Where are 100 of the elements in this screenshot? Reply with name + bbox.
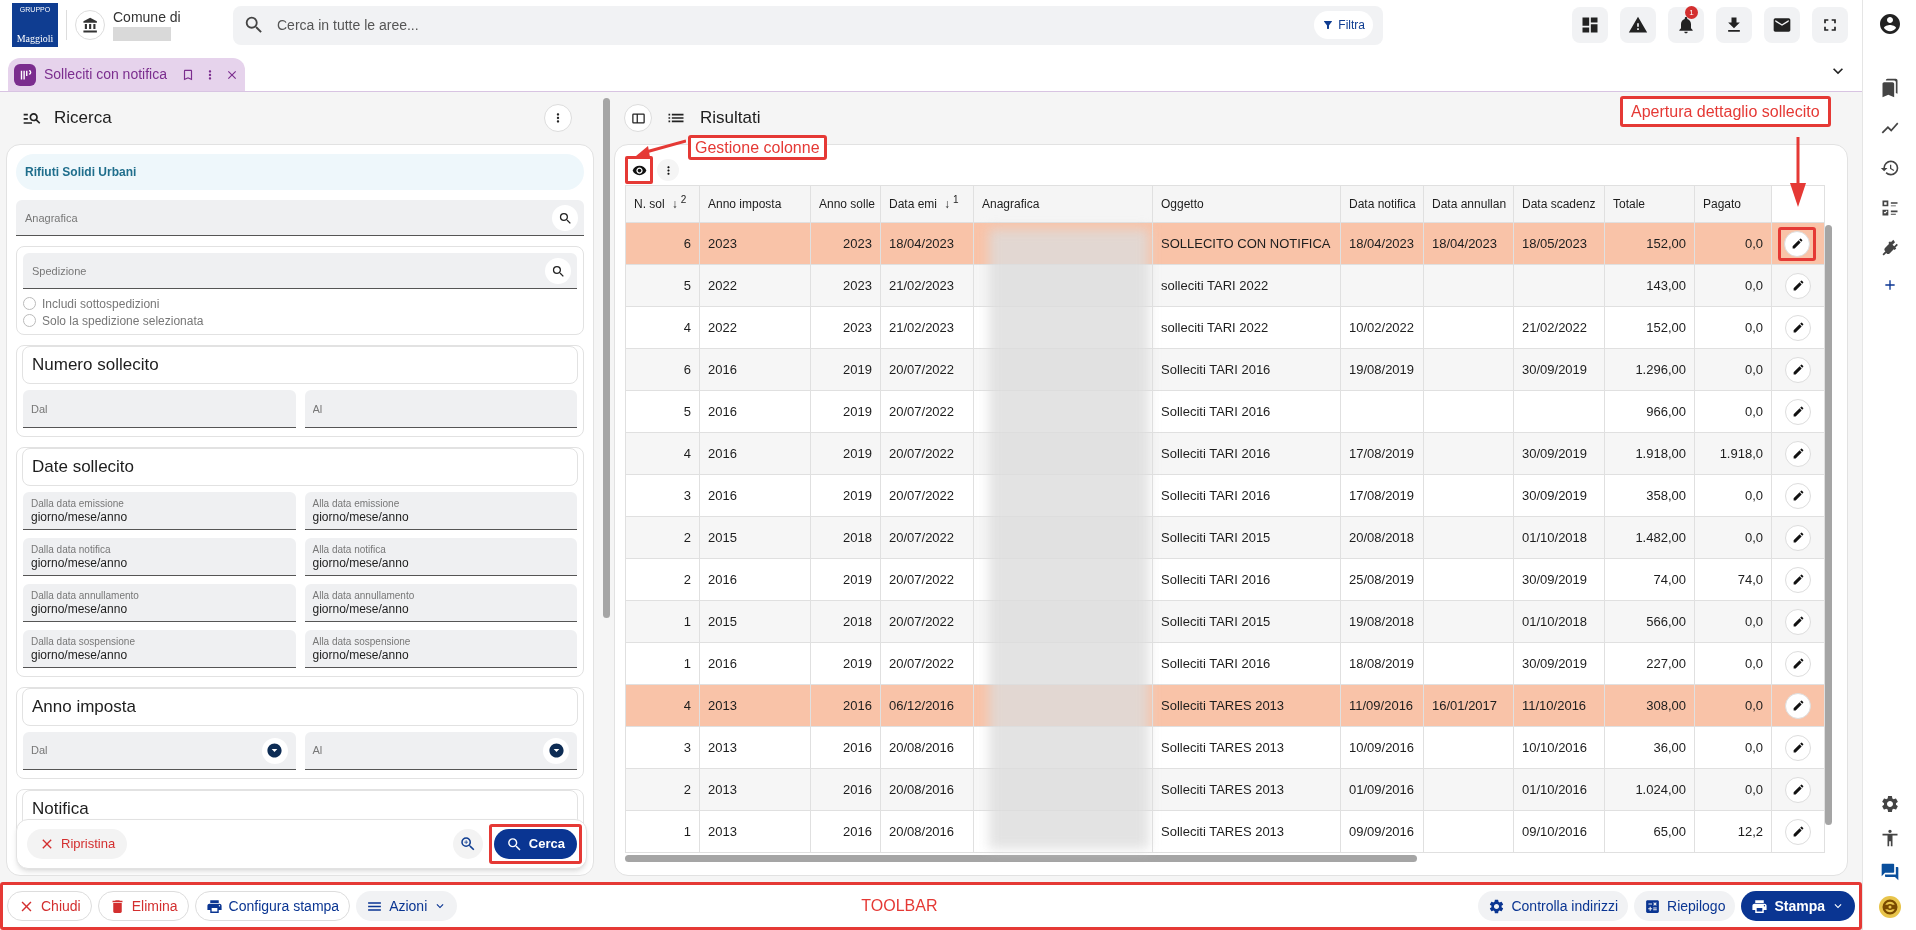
edit-button[interactable]	[1785, 440, 1811, 467]
table-cell: 20/08/2016	[889, 781, 955, 797]
column-header[interactable]: Totale	[1604, 185, 1695, 223]
toolbar-icon-button[interactable]	[1716, 7, 1752, 43]
select-field[interactable]: Dal	[23, 732, 296, 770]
date-field[interactable]: Dalla data annullamento giorno/mese/anno	[23, 584, 296, 622]
tab[interactable]: Solleciti con notifica	[8, 58, 245, 91]
input-field[interactable]: Dal	[23, 390, 296, 428]
column-header[interactable]: Oggetto	[1152, 185, 1341, 223]
column-header[interactable]: Data scadenz	[1513, 185, 1605, 223]
table-cell: 2	[683, 529, 691, 545]
table-cell: 20/07/2022	[889, 571, 955, 587]
toolbar-button[interactable]: Chiudi	[7, 891, 92, 921]
search-field[interactable]: Cerca in tutte le aree... Filtra	[233, 5, 1383, 45]
date-field[interactable]: Alla data sospensione giorno/mese/anno	[304, 630, 577, 668]
edit-button[interactable]	[1785, 566, 1811, 593]
column-header[interactable]: Data emi ↓ 1	[880, 185, 974, 223]
edit-button[interactable]	[1785, 398, 1811, 425]
table-cell: 152,00	[1646, 235, 1686, 251]
zoom-button[interactable]	[452, 829, 483, 859]
table-cell: 358,00	[1646, 487, 1686, 503]
toolbar-icon-button[interactable]: 1	[1668, 7, 1704, 43]
table-cell: 5	[683, 277, 691, 293]
edit-button[interactable]	[1785, 314, 1811, 341]
table-cell: Solleciti TARES 2013	[1161, 781, 1285, 797]
edit-button[interactable]	[1785, 650, 1811, 677]
panel-title: Ricerca	[54, 107, 112, 130]
date-field[interactable]: Dalla data notifica giorno/mese/anno	[23, 538, 296, 576]
edit-button[interactable]	[1785, 776, 1811, 803]
lifebuoy-icon[interactable]	[1878, 896, 1901, 918]
table-cell: 65,00	[1653, 823, 1686, 839]
reset-button[interactable]: Ripristina	[27, 829, 128, 859]
table-cell: 143,00	[1646, 277, 1686, 293]
date-field[interactable]: Alla data annullamento giorno/mese/anno	[304, 584, 577, 622]
table-cell: 30/09/2019	[1522, 655, 1588, 671]
column-header[interactable]: Data notifica	[1340, 185, 1424, 223]
table-cell: 25/08/2019	[1349, 571, 1415, 587]
toolbar-icon-button[interactable]	[1572, 7, 1608, 43]
filter-button[interactable]: Filtra	[1314, 11, 1373, 39]
toolbar-button[interactable]: Controlla indirizzi	[1478, 891, 1629, 921]
app-icon	[14, 63, 36, 86]
edit-button[interactable]	[1785, 692, 1811, 719]
scrollbar[interactable]	[602, 98, 610, 618]
warning-icon	[1628, 15, 1648, 35]
edit-button[interactable]	[1785, 482, 1811, 509]
table-cell: Solleciti TARI 2016	[1161, 361, 1271, 377]
date-field[interactable]: Alla data emissione giorno/mese/anno	[304, 492, 577, 530]
toolbar-icon-button[interactable]	[1812, 7, 1848, 43]
column-header[interactable]: N. sol ↓ 2	[625, 185, 700, 223]
date-field[interactable]: Dalla data sospensione giorno/mese/anno	[23, 630, 296, 668]
table-cell: 1.296,00	[1635, 361, 1686, 377]
table-cell: 20/07/2022	[889, 487, 955, 503]
toolbar-button[interactable]: Stampa	[1741, 891, 1855, 921]
table-cell: Solleciti TARES 2013	[1161, 697, 1285, 713]
table-cell: 2018	[843, 529, 872, 545]
edit-button[interactable]	[1785, 734, 1811, 761]
toolbar-icon-button[interactable]	[1620, 7, 1656, 43]
search-button[interactable]: Cerca	[493, 829, 577, 859]
dropdown-button[interactable]	[543, 737, 569, 764]
edit-button[interactable]	[1785, 356, 1811, 383]
table-cell: 0,0	[1744, 235, 1763, 251]
column-header[interactable]: Pagato	[1694, 185, 1772, 223]
table-cell: 3	[683, 739, 691, 755]
toolbar-button[interactable]: Elimina	[97, 891, 189, 921]
sort-rank: 2	[680, 193, 687, 207]
edit-button[interactable]	[1785, 818, 1811, 845]
column-header[interactable]: Anno solle	[810, 185, 881, 223]
toolbar-button[interactable]: Configura stampa	[194, 891, 351, 921]
section-title: Numero sollecito	[32, 354, 159, 377]
pencil-icon	[1791, 447, 1805, 460]
scrollbar[interactable]	[1825, 225, 1832, 825]
date-field[interactable]: Alla data notifica giorno/mese/anno	[304, 538, 577, 576]
toolbar-icon-button[interactable]	[1764, 7, 1800, 43]
table-cell: 6	[683, 235, 691, 251]
table-cell: 2019	[843, 445, 872, 461]
table-cell: 2016	[708, 571, 737, 587]
edit-button[interactable]	[1784, 230, 1810, 257]
edit-button[interactable]	[1785, 608, 1811, 635]
edit-button[interactable]	[1785, 272, 1811, 299]
table-cell: 2019	[843, 487, 872, 503]
sidebar-toggle-button[interactable]	[624, 104, 652, 132]
edit-button[interactable]	[1785, 524, 1811, 551]
dropdown-button[interactable]	[261, 737, 288, 764]
settings-icon	[1879, 794, 1900, 814]
more-button[interactable]	[657, 159, 679, 181]
table-cell: 0,0	[1744, 655, 1763, 671]
input-field[interactable]: Al	[304, 390, 577, 428]
column-header[interactable]: Data annullan	[1423, 185, 1514, 223]
select-field[interactable]: Al	[304, 732, 577, 770]
input-field[interactable]: Anagrafica	[16, 200, 584, 236]
scrollbar[interactable]	[625, 854, 1417, 862]
column-header[interactable]: Anagrafica	[973, 185, 1153, 223]
date-field[interactable]: Dalla data emissione giorno/mese/anno	[23, 492, 296, 530]
input-field[interactable]: Spedizione	[23, 253, 577, 289]
table-cell: 20/07/2022	[889, 361, 955, 377]
table-cell: Solleciti TARES 2013	[1161, 739, 1285, 755]
column-header[interactable]: Anno imposta	[699, 185, 811, 223]
toolbar-button[interactable]: Riepilogo	[1634, 891, 1736, 921]
toolbar-button[interactable]: Azioni	[356, 891, 458, 921]
table-cell: 18/04/2023	[889, 235, 955, 251]
